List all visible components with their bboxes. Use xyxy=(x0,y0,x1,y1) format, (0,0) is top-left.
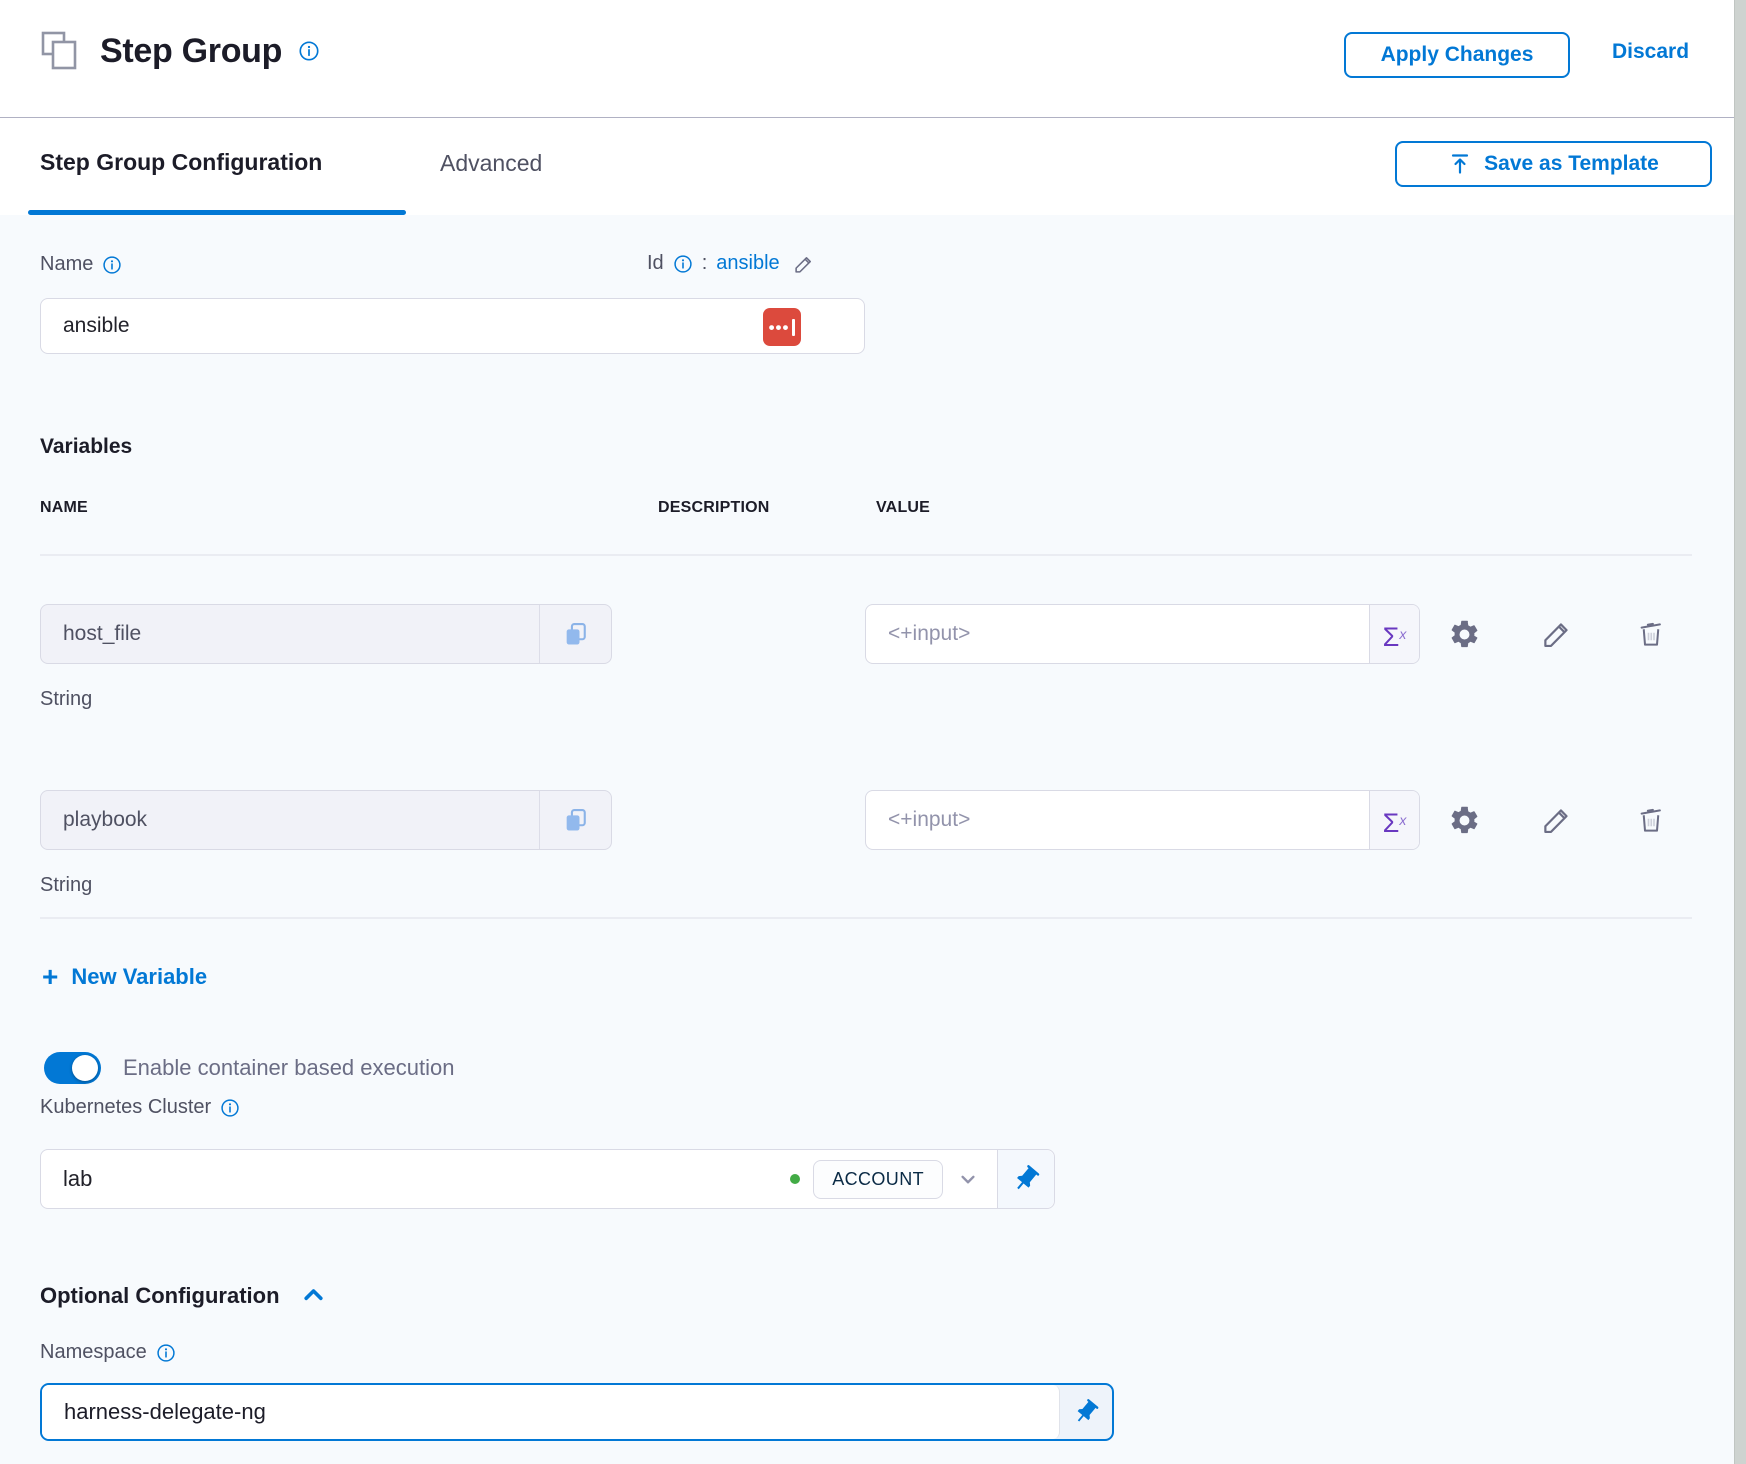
kubernetes-cluster-info-icon[interactable] xyxy=(220,1098,240,1118)
panel-header: Step Group Apply Changes Discard xyxy=(0,0,1746,118)
expression-sigma-icon[interactable]: Σx xyxy=(1369,605,1419,663)
variable-value-input[interactable] xyxy=(866,791,1369,849)
edit-id-icon[interactable] xyxy=(793,253,815,275)
optional-configuration-header: Optional Configuration xyxy=(40,1282,327,1309)
save-as-template-button[interactable]: Save as Template xyxy=(1395,141,1712,187)
toggle-knob xyxy=(72,1055,98,1081)
enable-container-execution-toggle[interactable] xyxy=(44,1052,101,1084)
step-group-configuration-panel: Name Id : ansible xyxy=(0,215,1746,1464)
name-label-text: Name xyxy=(40,253,93,276)
discard-label: Discard xyxy=(1612,40,1689,63)
kubernetes-cluster-input[interactable] xyxy=(41,1150,790,1208)
panel-title-group: Step Group xyxy=(38,28,320,74)
chevron-up-icon[interactable] xyxy=(300,1282,327,1309)
delete-variable-button[interactable] xyxy=(1630,604,1672,664)
sigma-superscript: x xyxy=(1399,813,1406,827)
tab-step-group-configuration[interactable]: Step Group Configuration xyxy=(40,149,322,176)
namespace-label-text: Namespace xyxy=(40,1341,147,1364)
kubernetes-cluster-field: ACCOUNT xyxy=(40,1149,1055,1209)
expression-sigma-icon[interactable]: Σx xyxy=(1369,791,1419,849)
page-title: Step Group xyxy=(100,32,282,71)
variable-name-field xyxy=(40,790,612,850)
variable-type-label: String xyxy=(40,688,92,711)
variables-heading: Variables xyxy=(40,435,132,459)
tabs-bar: Step Group Configuration Advanced Save a… xyxy=(0,119,1746,215)
variable-name-input[interactable] xyxy=(41,605,540,663)
password-manager-icon[interactable] xyxy=(763,308,801,346)
id-colon: : xyxy=(702,252,708,275)
chevron-down-icon[interactable] xyxy=(955,1166,981,1192)
namespace-field xyxy=(40,1383,1114,1441)
delete-variable-button[interactable] xyxy=(1630,790,1672,850)
save-as-template-label: Save as Template xyxy=(1484,152,1659,176)
name-info-icon[interactable] xyxy=(102,255,122,275)
new-variable-label: New Variable xyxy=(71,964,207,990)
id-info-icon[interactable] xyxy=(673,254,693,274)
connector-status-dot xyxy=(790,1174,800,1184)
id-value: ansible xyxy=(716,252,779,275)
sigma-glyph: Σ xyxy=(1383,624,1400,651)
new-variable-button[interactable]: + New Variable xyxy=(42,963,207,991)
optional-configuration-title: Optional Configuration xyxy=(40,1283,280,1309)
apply-changes-button[interactable]: Apply Changes xyxy=(1344,32,1570,78)
namespace-info-icon[interactable] xyxy=(156,1343,176,1363)
variable-row-host-file: Σx xyxy=(0,604,1746,664)
variable-value-field: Σx xyxy=(865,790,1420,850)
divider xyxy=(40,917,1692,919)
toggle-label: Enable container based execution xyxy=(123,1055,454,1081)
edit-variable-button[interactable] xyxy=(1535,790,1577,850)
kubernetes-cluster-label-text: Kubernetes Cluster xyxy=(40,1096,211,1119)
column-header-name: NAME xyxy=(40,499,88,517)
variable-type-label: String xyxy=(40,874,92,897)
variable-value-input[interactable] xyxy=(866,605,1369,663)
container-execution-row: Enable container based execution xyxy=(44,1052,454,1084)
variable-row-playbook: Σx xyxy=(0,790,1746,850)
name-field-label: Name xyxy=(40,253,122,276)
variable-settings-button[interactable] xyxy=(1443,790,1485,850)
vertical-scrollbar[interactable] xyxy=(1734,0,1746,1464)
variable-settings-button[interactable] xyxy=(1443,604,1485,664)
name-input-container xyxy=(40,298,865,354)
copy-variable-icon[interactable] xyxy=(540,605,611,663)
step-group-icon xyxy=(38,28,84,74)
variables-column-headers: NAME DESCRIPTION VALUE xyxy=(0,499,1746,519)
namespace-input-container xyxy=(42,1385,1060,1439)
upload-icon xyxy=(1448,152,1472,176)
variable-name-field xyxy=(40,604,612,664)
apply-changes-label: Apply Changes xyxy=(1381,43,1534,67)
namespace-label: Namespace xyxy=(40,1341,176,1364)
name-input[interactable] xyxy=(41,299,864,353)
sigma-superscript: x xyxy=(1399,627,1406,641)
divider xyxy=(40,554,1692,556)
plus-icon: + xyxy=(42,963,58,991)
column-header-value: VALUE xyxy=(876,499,930,517)
pin-icon[interactable] xyxy=(1060,1385,1112,1439)
active-tab-underline xyxy=(28,210,406,215)
variable-name-input[interactable] xyxy=(41,791,540,849)
id-display: Id : ansible xyxy=(647,252,815,275)
tab-advanced[interactable]: Advanced xyxy=(440,150,542,177)
discard-button[interactable]: Discard xyxy=(1612,40,1689,64)
sigma-glyph: Σ xyxy=(1383,810,1400,837)
column-header-description: DESCRIPTION xyxy=(658,499,770,517)
kubernetes-cluster-label: Kubernetes Cluster xyxy=(40,1096,240,1119)
scope-badge: ACCOUNT xyxy=(813,1160,943,1199)
step-group-info-icon[interactable] xyxy=(298,40,320,62)
variable-value-field: Σx xyxy=(865,604,1420,664)
namespace-input[interactable] xyxy=(42,1385,1059,1439)
edit-variable-button[interactable] xyxy=(1535,604,1577,664)
pin-icon[interactable] xyxy=(997,1150,1054,1208)
id-label-text: Id xyxy=(647,252,664,275)
copy-variable-icon[interactable] xyxy=(540,791,611,849)
